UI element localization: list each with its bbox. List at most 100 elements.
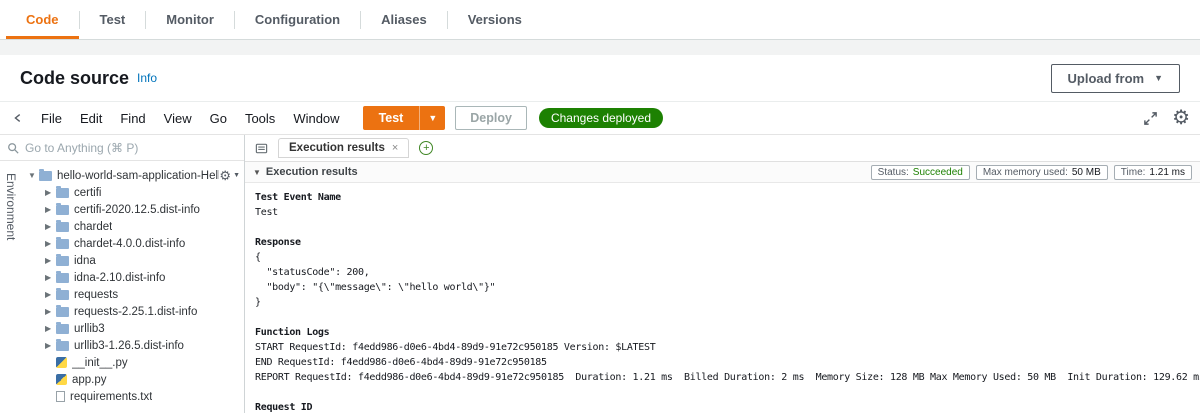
deploy-button[interactable]: Deploy: [455, 106, 527, 130]
folder-icon: [56, 307, 69, 317]
tree-item-urllib3[interactable]: ▶ urllib3: [22, 320, 244, 337]
result-section-response: Response{ "statusCode": 200, "body": "{\…: [255, 235, 1190, 310]
tree-item-label: idna-2.10.dist-info: [74, 272, 165, 284]
toolbar-right: ⚙: [1143, 108, 1190, 128]
fullscreen-icon[interactable]: [1143, 111, 1158, 126]
tab-versions[interactable]: Versions: [448, 0, 542, 39]
ide-toolbar: FileEditFindViewGoToolsWindow Test ▼ Dep…: [0, 101, 1200, 135]
chevron-icon[interactable]: ▶: [45, 256, 56, 265]
badge-max-memory-used: Max memory used: 50 MB: [976, 165, 1108, 180]
tree-item-idna-2-10-dist-info[interactable]: ▶ idna-2.10.dist-info: [22, 269, 244, 286]
chevron-icon[interactable]: ▶: [45, 324, 56, 333]
menu-go[interactable]: Go: [201, 111, 236, 126]
tree-item-requests-2-25-1-dist-info[interactable]: ▶ requests-2.25.1.dist-info: [22, 303, 244, 320]
upload-from-button[interactable]: Upload from ▼: [1051, 64, 1180, 93]
tree-item-label: chardet: [74, 221, 112, 233]
python-file-icon: [56, 374, 67, 385]
folder-icon: [56, 324, 69, 334]
log-line: "statusCode": 200,: [255, 265, 1190, 280]
tree-item-certifi[interactable]: ▶ certifi: [22, 184, 244, 201]
tree-item-chardet[interactable]: ▶ chardet: [22, 218, 244, 235]
folder-icon: [56, 256, 69, 266]
section-title: Function Logs: [255, 325, 1190, 340]
tree-item-label: certifi: [74, 187, 101, 199]
section-title: Response: [255, 235, 1190, 250]
badge-status: Status:Succeeded: [871, 165, 970, 180]
tree-item-chardet-4-0-0-dist-info[interactable]: ▶chardet-4.0.0.dist-info: [22, 235, 244, 252]
goto-anything-input[interactable]: [25, 141, 237, 155]
test-dropdown-caret[interactable]: ▼: [419, 106, 445, 130]
tab-list-icon[interactable]: [255, 142, 268, 155]
chevron-icon[interactable]: ▼: [28, 171, 39, 180]
tab-execution-results-label: Execution results: [289, 142, 385, 154]
test-button[interactable]: Test: [363, 106, 420, 130]
chevron-icon[interactable]: ▶: [45, 341, 56, 350]
tree-item-label: requests-2.25.1.dist-info: [74, 306, 197, 318]
tree-item-requests[interactable]: ▶ requests: [22, 286, 244, 303]
tree-item-idna[interactable]: ▶idna: [22, 252, 244, 269]
chevron-icon[interactable]: ▶: [45, 205, 56, 214]
badge-label: Time:: [1121, 167, 1146, 178]
chevron-icon[interactable]: ▶: [45, 307, 56, 316]
environment-rail: Environment: [0, 161, 22, 413]
log-line: Test: [255, 205, 1190, 220]
sidebar-main: Environment ▼ hello-world-sam-application…: [0, 161, 244, 413]
tree-item-label: __init__.py: [72, 357, 128, 369]
tab-aliases[interactable]: Aliases: [361, 0, 447, 39]
function-tabs: CodeTestMonitorConfigurationAliasesVersi…: [0, 0, 1200, 40]
tree-item-init-py[interactable]: __init__.py: [22, 354, 244, 371]
chevron-icon[interactable]: ▶: [45, 273, 56, 282]
tree-item-label: urllib3-1.26.5.dist-info: [74, 340, 184, 352]
badge-time: Time:1.21 ms: [1114, 165, 1192, 180]
tree-item-requirements-txt[interactable]: requirements.txt: [22, 388, 244, 405]
file-tree: ▼hello-world-sam-application-HelloWorl⚙▼…: [22, 161, 244, 413]
tab-monitor[interactable]: Monitor: [146, 0, 234, 39]
chevron-icon[interactable]: ▶: [45, 290, 56, 299]
tab-configuration[interactable]: Configuration: [235, 0, 360, 39]
settings-gear-icon[interactable]: ⚙: [1172, 108, 1190, 128]
tree-item-app-py[interactable]: app.py: [22, 371, 244, 388]
menu-edit[interactable]: Edit: [71, 111, 111, 126]
result-section-test-event-name: Test Event NameTest: [255, 190, 1190, 220]
tab-execution-results[interactable]: Execution results ×: [278, 138, 409, 158]
folder-icon: [56, 273, 69, 283]
menu-find[interactable]: Find: [111, 111, 154, 126]
tree-item-label: urllib3: [74, 323, 105, 335]
panel-header: Code source Info Upload from ▼: [0, 55, 1200, 101]
file-explorer-sidebar: Environment ▼ hello-world-sam-application…: [0, 135, 245, 413]
chevron-icon[interactable]: ▶: [45, 222, 56, 231]
search-icon: [7, 142, 19, 154]
tree-item-urllib3-1-26-5-dist-info[interactable]: ▶ urllib3-1.26.5.dist-info: [22, 337, 244, 354]
chevron-icon[interactable]: ▶: [45, 188, 56, 197]
menu-tools[interactable]: Tools: [236, 111, 284, 126]
badge-value: 50 MB: [1072, 167, 1101, 178]
folder-icon: [39, 171, 52, 181]
tree-item-label: requirements.txt: [70, 391, 152, 403]
python-file-icon: [56, 357, 67, 368]
tree-item-label: requests: [74, 289, 118, 301]
chevron-icon[interactable]: ▶: [45, 239, 56, 248]
tab-code[interactable]: Code: [6, 0, 79, 39]
close-tab-icon[interactable]: ×: [392, 142, 398, 154]
collapse-sidebar-icon[interactable]: [10, 110, 26, 126]
badge-label: Max memory used:: [983, 167, 1068, 178]
new-tab-button[interactable]: +: [419, 141, 433, 155]
result-section-request-id: Request IDf4edd986-d0e6-4bd4-89d9-91e72c…: [255, 400, 1190, 413]
menu-view[interactable]: View: [155, 111, 201, 126]
menu-window[interactable]: Window: [284, 111, 348, 126]
folder-gear-icon: ⚙: [219, 169, 231, 182]
caret-down-icon: ▼: [233, 172, 240, 179]
changes-deployed-badge: Changes deployed: [539, 108, 663, 128]
tab-test[interactable]: Test: [80, 0, 146, 39]
result-section-function-logs: Function LogsSTART RequestId: f4edd986-d…: [255, 325, 1190, 385]
tree-item-hello-world-sam-application-helloworl[interactable]: ▼hello-world-sam-application-HelloWorl⚙▼: [22, 167, 244, 184]
code-source-panel: Code source Info Upload from ▼ FileEditF…: [0, 55, 1200, 413]
info-link[interactable]: Info: [137, 71, 157, 85]
execution-results-title: Execution results: [266, 166, 358, 178]
menu-file[interactable]: File: [32, 111, 71, 126]
environment-tab[interactable]: Environment: [4, 173, 18, 413]
folder-settings[interactable]: ⚙▼: [219, 169, 240, 182]
tree-item-label: hello-world-sam-application-HelloWorl: [57, 170, 219, 182]
execution-results-header[interactable]: ▼ Execution results Status:SucceededMax …: [245, 162, 1200, 183]
tree-item-certifi-2020-12-5-dist-info[interactable]: ▶certifi-2020.12.5.dist-info: [22, 201, 244, 218]
